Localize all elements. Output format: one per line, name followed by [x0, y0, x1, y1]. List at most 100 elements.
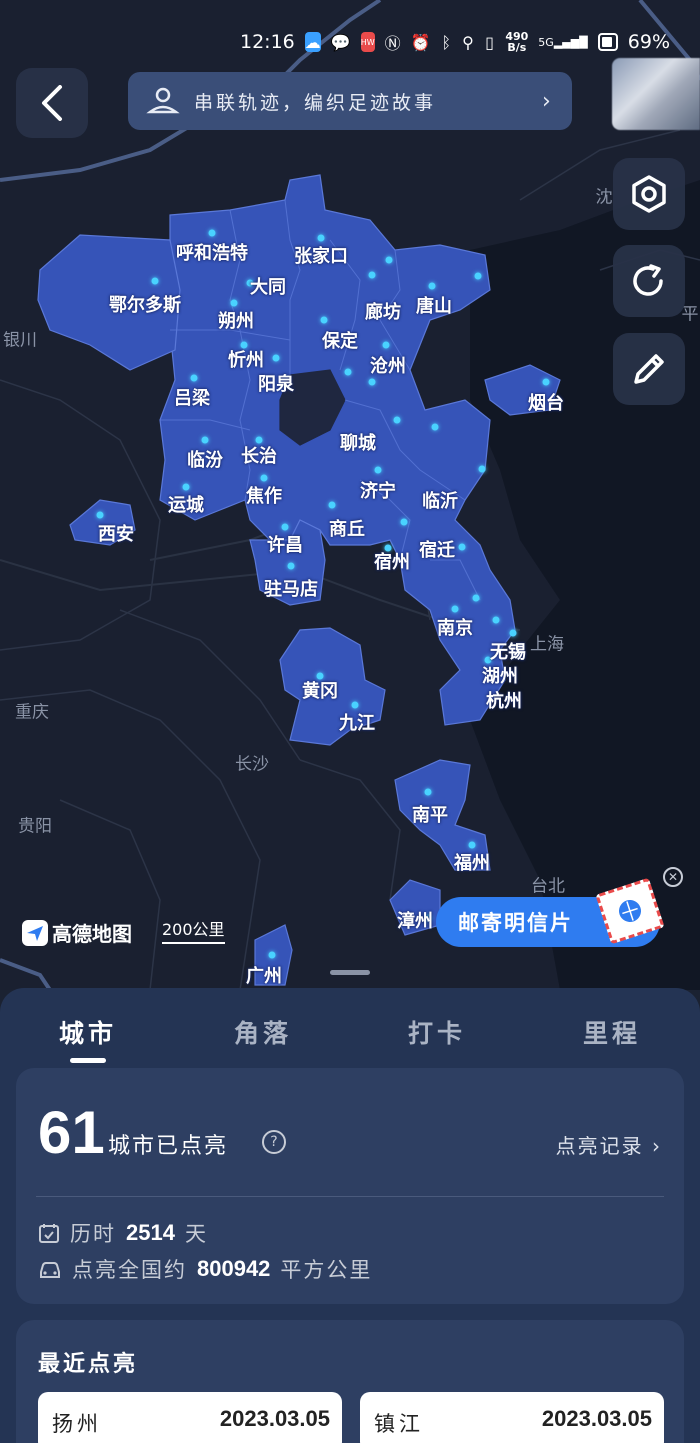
city-label[interactable]: 临汾: [187, 446, 223, 472]
ref-label: 台北: [531, 876, 565, 897]
share-icon: [633, 264, 663, 296]
close-icon[interactable]: ✕: [663, 867, 683, 887]
city-label[interactable]: 无锡: [490, 638, 526, 664]
recent-city: 镇江: [374, 1412, 424, 1436]
sheet-drag-handle[interactable]: [330, 970, 370, 975]
city-label[interactable]: 南京: [437, 614, 473, 640]
city-label[interactable]: 保定: [322, 327, 358, 353]
city-label[interactable]: 商丘: [329, 515, 365, 541]
tab-cities[interactable]: 城市: [59, 1014, 117, 1050]
city-dot: [368, 378, 376, 386]
status-bar: 12:16 ☁ 💬 HW Ⓝ ⏰ ᛒ ⚲ ▯ 490 B/s 5G ▂▄▆█ 69%: [240, 28, 670, 56]
banner-text: 串联轨迹，编织足迹故事: [194, 91, 437, 114]
city-dot: [208, 229, 216, 237]
battery-level: 69%: [627, 31, 670, 53]
city-label[interactable]: 忻州: [228, 346, 264, 372]
city-dot: [260, 474, 268, 482]
city-label[interactable]: 鄂尔多斯: [109, 291, 181, 317]
city-dot: [317, 234, 325, 242]
ref-label: 上海: [530, 634, 564, 655]
city-dot: [472, 594, 480, 602]
city-label[interactable]: 焦作: [246, 482, 282, 508]
back-button[interactable]: [16, 68, 88, 138]
city-dot: [451, 605, 459, 613]
city-label[interactable]: 呼和浩特: [176, 239, 248, 265]
help-icon[interactable]: ?: [262, 1130, 286, 1154]
recent-date: 2023.03.05: [541, 1406, 652, 1431]
postcard-label: 邮寄明信片: [458, 911, 573, 935]
divider: [36, 1196, 664, 1197]
city-dot: [492, 616, 500, 624]
city-dot: [190, 374, 198, 382]
city-label[interactable]: 济宁: [360, 477, 396, 503]
city-dot: [542, 378, 550, 386]
recent-item[interactable]: 扬州 2023.03.05: [38, 1392, 342, 1443]
city-label[interactable]: 张家口: [294, 242, 348, 268]
alarm-icon: ⏰: [410, 32, 431, 52]
city-dot: [474, 272, 482, 280]
tab-corners[interactable]: 角落: [234, 1014, 292, 1050]
status-time: 12:16: [240, 31, 295, 53]
map-canvas: [0, 0, 700, 990]
city-label[interactable]: 烟台: [528, 389, 564, 415]
tab-indicator: [70, 1058, 106, 1063]
city-label[interactable]: 阳泉: [258, 370, 294, 396]
city-label[interactable]: 黄冈: [302, 677, 338, 703]
records-link[interactable]: 点亮记录 ›: [556, 1130, 662, 1159]
city-label[interactable]: 九江: [339, 709, 375, 735]
city-label[interactable]: 广州: [246, 962, 282, 988]
tab-bar: 城市 角落 打卡 里程: [0, 1004, 700, 1064]
avatar[interactable]: [612, 58, 700, 130]
city-dot: [230, 299, 238, 307]
recent-item[interactable]: 镇江 2023.03.05: [360, 1392, 664, 1443]
city-label[interactable]: 南平: [412, 801, 448, 827]
settings-button[interactable]: [613, 158, 685, 230]
city-label[interactable]: 吕梁: [174, 384, 210, 410]
city-dot: [328, 501, 336, 509]
city-label[interactable]: 聊城: [340, 429, 376, 455]
city-label[interactable]: 福州: [454, 849, 490, 875]
city-label[interactable]: 唐山: [416, 292, 452, 318]
share-button[interactable]: [613, 245, 685, 317]
recent-date: 2023.03.05: [219, 1406, 330, 1431]
ref-label: 沈: [595, 187, 613, 208]
city-label[interactable]: 临沂: [422, 487, 458, 513]
ref-label: 银川: [3, 330, 37, 351]
city-label[interactable]: 廊坊: [365, 298, 401, 324]
city-label[interactable]: 许昌: [267, 531, 303, 557]
city-label[interactable]: 西安: [98, 520, 134, 546]
ref-label: 重庆: [15, 702, 49, 723]
city-label[interactable]: 漳州: [397, 907, 433, 933]
city-label[interactable]: 大同: [250, 273, 286, 299]
duration-row: 历时 2514 天: [38, 1218, 208, 1248]
footprint-map[interactable]: 呼和浩特 张家口 大同 鄂尔多斯 朔州 廊坊 唐山 保定 忻州 阳泉 沧州 吕梁…: [0, 0, 700, 990]
stats-card: 61 城市已点亮 ? 点亮记录 › 历时 2514 天 点亮全国约 800942…: [16, 1068, 684, 1304]
city-label[interactable]: 长治: [241, 442, 277, 468]
city-label[interactable]: 驻马店: [264, 575, 318, 601]
chevron-right-icon: ›: [542, 88, 551, 114]
pencil-icon: [634, 354, 664, 384]
city-label[interactable]: 朔州: [218, 307, 254, 333]
calendar-check-icon: [39, 1224, 59, 1243]
city-label[interactable]: 宿州: [374, 548, 410, 574]
edit-button[interactable]: [613, 333, 685, 405]
recent-title: 最近点亮: [38, 1352, 139, 1377]
huawei-icon: HW: [360, 32, 375, 52]
tab-checkin[interactable]: 打卡: [408, 1014, 466, 1050]
city-count-label: 城市已点亮: [108, 1134, 229, 1159]
story-banner[interactable]: 串联轨迹，编织足迹故事 ›: [128, 72, 572, 130]
area-row: 点亮全国约 800942 平方公里: [38, 1254, 372, 1284]
city-label[interactable]: 杭州: [486, 687, 522, 713]
nfc-icon: Ⓝ: [384, 34, 401, 53]
hexagon-settings-icon: [632, 175, 666, 213]
city-label[interactable]: 湖州: [482, 662, 518, 688]
recent-card: 最近点亮 扬州 2023.03.05 镇江 2023.03.05: [16, 1320, 684, 1443]
city-label[interactable]: 沧州: [370, 352, 406, 378]
tab-mileage[interactable]: 里程: [583, 1014, 641, 1050]
city-label[interactable]: 运城: [168, 491, 204, 517]
city-label[interactable]: 宿迁: [419, 536, 455, 562]
city-dot: [431, 423, 439, 431]
chevron-right-icon: ›: [652, 1134, 662, 1158]
postcard-button[interactable]: 邮寄明信片: [436, 877, 665, 947]
stats-sheet: 城市 角落 打卡 里程 61 城市已点亮 ? 点亮记录 › 历时 2514 天 …: [0, 988, 700, 1443]
